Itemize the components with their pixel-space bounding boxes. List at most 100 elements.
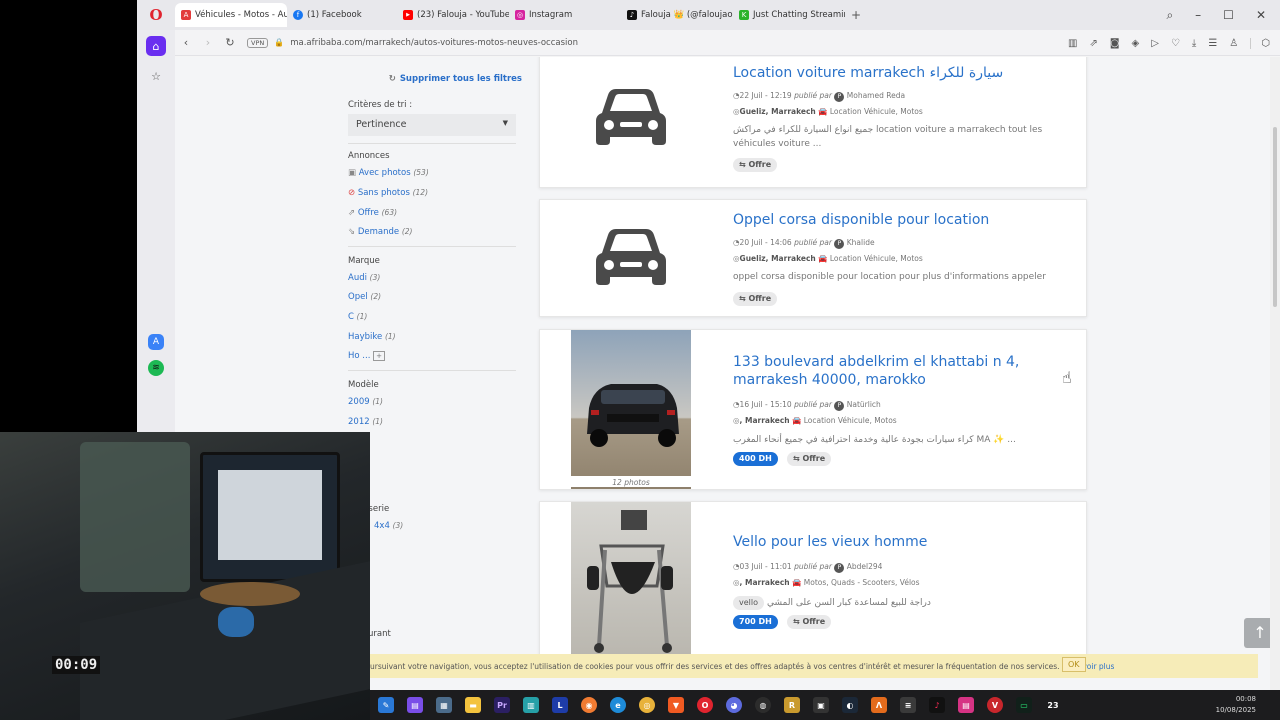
r-app-icon[interactable]: R bbox=[784, 697, 800, 713]
tab-instagram[interactable]: ◎ Instagram bbox=[509, 3, 621, 27]
star-icon[interactable]: ☆ bbox=[146, 66, 166, 86]
steam-icon[interactable]: ◐ bbox=[842, 697, 858, 713]
maximize-icon[interactable]: ☐ bbox=[1223, 8, 1234, 22]
calculator-icon[interactable]: ▦ bbox=[436, 697, 452, 713]
spotify-icon[interactable]: ≋ bbox=[148, 360, 164, 376]
listing-title[interactable]: 133 boulevard abdelkrim el khattabi n 4,… bbox=[733, 353, 1063, 389]
author[interactable]: Mohamed Reda bbox=[847, 91, 905, 100]
tab-facebook[interactable]: f (1) Facebook bbox=[287, 3, 397, 27]
listing-photo[interactable] bbox=[571, 502, 691, 660]
tab-kick[interactable]: K Just Chatting Streaming bbox=[733, 3, 845, 27]
capcut-icon[interactable]: ▣ bbox=[813, 697, 829, 713]
listing-photo[interactable]: 12 photos bbox=[571, 330, 691, 489]
filter-2012[interactable]: 2012 (1) bbox=[348, 417, 383, 427]
reload-icon[interactable]: ↻ bbox=[219, 36, 241, 49]
notes-app-icon[interactable]: ▥ bbox=[523, 697, 539, 713]
brave-icon[interactable]: ▼ bbox=[668, 697, 684, 713]
minimize-icon[interactable]: – bbox=[1195, 8, 1201, 22]
pen-app-icon[interactable]: ✎ bbox=[378, 697, 394, 713]
tab-vehicules[interactable]: A Véhicules - Motos - Auto bbox=[175, 3, 287, 27]
trend-down-icon: ⇘ bbox=[348, 227, 358, 237]
profile-icon[interactable]: ♙ bbox=[1229, 38, 1238, 49]
home-icon[interactable]: ⌂ bbox=[146, 36, 166, 56]
tiktok-taskbar-icon[interactable]: ♪ bbox=[929, 697, 945, 713]
download-icon[interactable]: ⤓ bbox=[1192, 38, 1196, 49]
chrome-icon[interactable]: ◎ bbox=[639, 697, 655, 713]
scrollbar[interactable] bbox=[1270, 57, 1280, 690]
clock-date: 10/08/2025 bbox=[1215, 706, 1256, 714]
discord-icon[interactable]: ◕ bbox=[726, 697, 742, 713]
marque-title: Marque bbox=[348, 256, 380, 266]
location: Gueliz, Marrakech bbox=[739, 254, 816, 263]
tab-youtube[interactable]: ▶ (23) Falouja - YouTube bbox=[397, 3, 509, 27]
vivaldi-icon[interactable]: V bbox=[987, 697, 1003, 713]
category: Location Véhicule, Motos bbox=[829, 107, 923, 116]
filter-label: Avec photos bbox=[358, 168, 411, 178]
vpn-badge[interactable]: VPN bbox=[247, 37, 269, 48]
listing-card[interactable]: Oppel corsa disponible pour location ◔20… bbox=[539, 199, 1087, 317]
author[interactable]: Natürlich bbox=[847, 400, 881, 409]
expand-icon[interactable]: + bbox=[373, 351, 385, 361]
filter-sans-photos[interactable]: ⊘ Sans photos (12) bbox=[348, 188, 428, 198]
listing-title[interactable]: Vello pour les vieux homme bbox=[733, 533, 1063, 551]
filter-opel[interactable]: Opel (2) bbox=[348, 292, 381, 302]
badge-count[interactable]: 23 bbox=[1045, 697, 1061, 713]
shield-icon[interactable]: ◈ bbox=[1132, 38, 1140, 49]
filter-2009[interactable]: 2009 (1) bbox=[348, 397, 383, 407]
camera-icon[interactable]: ◙ bbox=[1110, 38, 1120, 49]
edge-icon[interactable]: e bbox=[610, 697, 626, 713]
close-icon[interactable]: ✕ bbox=[1256, 8, 1266, 22]
youtube-icon: ▶ bbox=[403, 10, 413, 20]
l-app-icon[interactable]: L bbox=[552, 697, 568, 713]
filter-offre[interactable]: ⇗ Offre (63) bbox=[348, 208, 397, 218]
scrollbar-thumb[interactable] bbox=[1273, 127, 1277, 307]
filter-avec-photos[interactable]: ▣ Avec photos (53) bbox=[348, 168, 429, 178]
opera-logo-icon[interactable]: O bbox=[137, 0, 175, 30]
folder-icon[interactable]: ▬ bbox=[465, 697, 481, 713]
premiere-icon[interactable]: Pr bbox=[494, 697, 510, 713]
filter-more-marque[interactable]: Ho ... + bbox=[348, 351, 385, 361]
author[interactable]: Abdel294 bbox=[847, 562, 883, 571]
filter-count: (53) bbox=[413, 168, 429, 177]
system-clock[interactable]: 00:08 10/08/2025 bbox=[1216, 690, 1256, 720]
clear-filters-link[interactable]: ↻ Supprimer tous les filtres bbox=[389, 74, 522, 84]
filter-4x4[interactable]: 4x4 (3) bbox=[374, 521, 403, 531]
divider bbox=[348, 370, 516, 371]
afribaba-icon: A bbox=[181, 10, 191, 20]
app-store-icon[interactable]: A bbox=[148, 334, 164, 350]
play-icon[interactable]: ▷ bbox=[1151, 38, 1159, 49]
opera-icon[interactable]: O bbox=[697, 697, 713, 713]
listing-title[interactable]: Oppel corsa disponible pour location bbox=[733, 211, 1063, 229]
terminal-icon[interactable]: ▭ bbox=[1016, 697, 1032, 713]
filter-audi[interactable]: Audi (3) bbox=[348, 273, 380, 283]
url-input[interactable]: ma.afribaba.com/marrakech/autos-voitures… bbox=[290, 38, 578, 48]
listing-card[interactable]: Location voiture marrakech سيارة للكراء … bbox=[539, 57, 1087, 188]
obs-icon[interactable]: ◍ bbox=[755, 697, 771, 713]
filter-demande[interactable]: ⇘ Demande (2) bbox=[348, 227, 412, 237]
a-app-icon[interactable]: Λ bbox=[871, 697, 887, 713]
filter-haybike[interactable]: Haybike (1) bbox=[348, 332, 396, 342]
new-tab-button[interactable]: + bbox=[845, 3, 867, 27]
listing-card[interactable]: 12 photos 133 boulevard abdelkrim el kha… bbox=[539, 329, 1087, 490]
cookie-ok-button[interactable]: OK bbox=[1062, 657, 1086, 672]
filter-label: Offre bbox=[357, 208, 379, 218]
firefox-icon[interactable]: ◉ bbox=[581, 697, 597, 713]
heart-icon[interactable]: ♡ bbox=[1171, 38, 1180, 49]
author[interactable]: Khalide bbox=[847, 238, 875, 247]
pink-app-icon[interactable]: ▤ bbox=[958, 697, 974, 713]
filter-c[interactable]: C (1) bbox=[348, 312, 367, 322]
media-app-icon[interactable]: ▤ bbox=[407, 697, 423, 713]
sort-select[interactable]: Pertinence ▼ bbox=[348, 114, 516, 136]
share-icon[interactable]: ⇗ bbox=[1089, 38, 1097, 49]
tab-tiktok[interactable]: ♪ Falouja 👑 (@faloujao bbox=[621, 3, 733, 27]
search-tabs-icon[interactable]: ⌕ bbox=[1166, 8, 1173, 23]
back-icon[interactable]: ‹ bbox=[175, 36, 197, 49]
listing-card[interactable]: Vello pour les vieux homme ◔03 Juil - 11… bbox=[539, 501, 1087, 661]
forward-icon[interactable]: › bbox=[197, 36, 219, 49]
listing-location: ◎Gueliz, Marrakech 🚘 Location Véhicule, … bbox=[733, 254, 923, 263]
extensions-icon[interactable]: ⬡ bbox=[1250, 37, 1270, 49]
reader-icon[interactable]: ▥ bbox=[1068, 38, 1077, 49]
settings-icon[interactable]: ☰ bbox=[1208, 38, 1217, 49]
listing-title[interactable]: Location voiture marrakech سيارة للكراء bbox=[733, 64, 1063, 82]
capture-app-icon[interactable]: ≡ bbox=[900, 697, 916, 713]
